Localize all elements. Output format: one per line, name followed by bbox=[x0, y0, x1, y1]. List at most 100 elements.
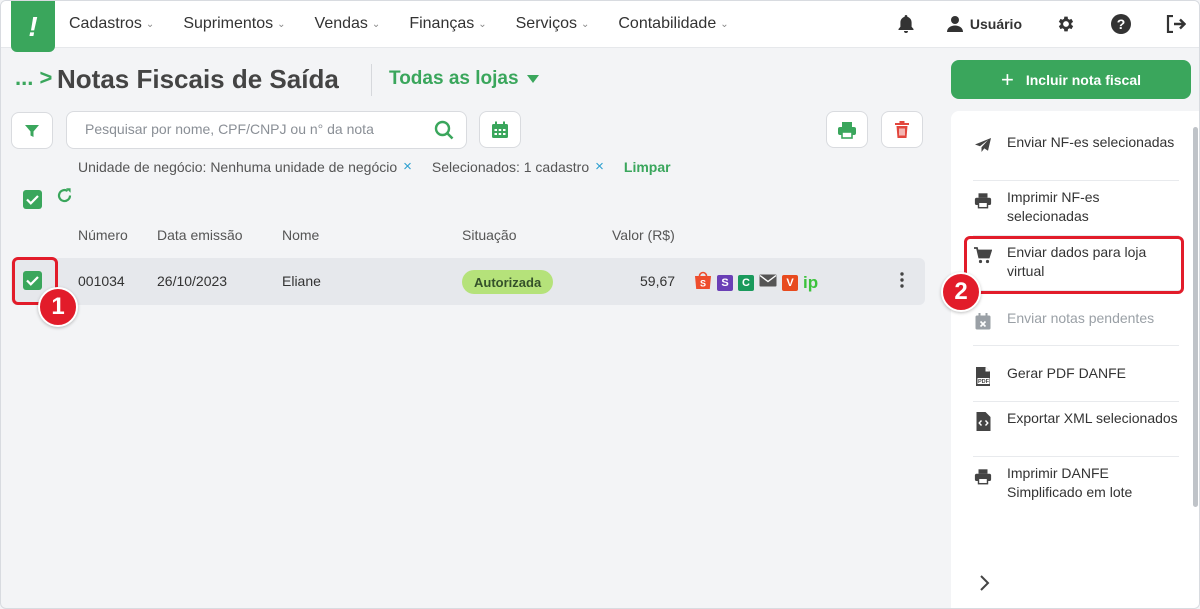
chevron-right-icon[interactable] bbox=[978, 574, 990, 597]
step-badge-1: 1 bbox=[38, 287, 78, 327]
action-generate-pdf[interactable]: PDF Gerar PDF DANFE bbox=[973, 364, 1179, 386]
action-send-pending[interactable]: Enviar notas pendentes bbox=[973, 309, 1179, 331]
menu-label: Cadastros bbox=[69, 15, 142, 32]
svg-text:?: ? bbox=[1117, 16, 1126, 32]
svg-text:PDF: PDF bbox=[978, 379, 990, 385]
breadcrumb[interactable]: ... > bbox=[15, 65, 52, 91]
menu-financas[interactable]: Finanças ⌄ bbox=[409, 15, 486, 33]
divider bbox=[973, 401, 1179, 402]
column-header-valor[interactable]: Valor (R$) bbox=[612, 227, 675, 243]
chevron-down-icon: ⌄ bbox=[580, 18, 590, 30]
search-input[interactable] bbox=[85, 121, 425, 137]
refresh-icon[interactable] bbox=[56, 187, 73, 209]
caret-down-icon bbox=[526, 75, 539, 83]
action-send-nfe[interactable]: Enviar NF-es selecionadas bbox=[973, 133, 1179, 155]
action-label: Enviar notas pendentes bbox=[1007, 310, 1155, 326]
action-print-nfe[interactable]: Imprimir NF-es selecionadas bbox=[973, 188, 1179, 226]
column-header-data[interactable]: Data emissão bbox=[157, 227, 243, 243]
menu-label: Suprimentos bbox=[183, 15, 274, 32]
top-navigation-bar: ! Cadastros ⌄ Suprimentos ⌄ Vendas ⌄ Finanç… bbox=[1, 1, 1199, 52]
column-header-nome[interactable]: Nome bbox=[282, 227, 319, 243]
app-logo[interactable]: ! bbox=[11, 1, 55, 52]
column-header-situacao[interactable]: Situação bbox=[462, 227, 516, 243]
calendar-icon bbox=[492, 121, 508, 138]
pdf-file-icon: PDF bbox=[973, 366, 993, 386]
printer-icon bbox=[973, 190, 993, 210]
include-invoice-button[interactable]: + Incluir nota fiscal bbox=[951, 60, 1191, 99]
chevron-down-icon: ⌄ bbox=[277, 18, 286, 30]
svg-text:S: S bbox=[700, 279, 706, 289]
print-button[interactable] bbox=[826, 111, 868, 148]
cell-data: 26/10/2023 bbox=[157, 273, 228, 289]
cell-nome: Eliane bbox=[282, 273, 321, 289]
funnel-icon bbox=[25, 124, 39, 137]
menu-label: Contabilidade bbox=[618, 15, 717, 32]
integration-icons: S S C V ip bbox=[694, 271, 823, 295]
search-icon[interactable] bbox=[434, 120, 454, 145]
chevron-down-icon: ⌄ bbox=[478, 18, 487, 30]
filter-selected-count: Selecionados: 1 cadastro bbox=[431, 158, 590, 175]
menu-label: Vendas bbox=[314, 15, 368, 32]
menu-label: Finanças bbox=[409, 15, 475, 32]
remove-business-unit-filter-icon[interactable]: × bbox=[403, 158, 412, 175]
trash-icon bbox=[895, 120, 909, 138]
menu-label: Serviços bbox=[515, 15, 577, 32]
remove-selected-filter-icon[interactable]: × bbox=[595, 158, 604, 175]
logout-icon[interactable] bbox=[1165, 13, 1187, 35]
plus-icon: + bbox=[1001, 66, 1014, 92]
table-row[interactable]: 001034 26/10/2023 Eliane Autorizada 59,6… bbox=[11, 258, 925, 305]
menu-contabilidade[interactable]: Contabilidade ⌄ bbox=[618, 15, 728, 33]
chevron-down-icon: ⌄ bbox=[720, 18, 729, 30]
store-selector-label: Todas as lojas bbox=[389, 68, 519, 89]
page-title: Notas Fiscais de Saída bbox=[57, 64, 339, 94]
top-right-actions: Usuário ? bbox=[862, 1, 1187, 47]
action-label: Exportar XML selecionados bbox=[1007, 410, 1178, 426]
gear-icon[interactable] bbox=[1055, 13, 1077, 35]
send-icon bbox=[973, 135, 993, 155]
c-icon[interactable]: C bbox=[738, 275, 754, 291]
delete-button[interactable] bbox=[881, 111, 923, 148]
filter-business-unit: Unidade de negócio: Nenhuma unidade de n… bbox=[78, 158, 398, 175]
filter-button[interactable] bbox=[11, 112, 53, 149]
cell-numero: 001034 bbox=[78, 273, 125, 289]
menu-cadastros[interactable]: Cadastros ⌄ bbox=[69, 15, 154, 33]
column-header-numero[interactable]: Número bbox=[78, 227, 128, 243]
search-box bbox=[66, 111, 467, 149]
s-icon[interactable]: S bbox=[717, 275, 733, 291]
user-menu[interactable]: Usuário bbox=[946, 15, 1022, 33]
clear-filters-link[interactable]: Limpar bbox=[624, 159, 671, 175]
include-invoice-label: Incluir nota fiscal bbox=[1025, 71, 1141, 88]
logo-mark: ! bbox=[28, 10, 38, 42]
help-icon[interactable]: ? bbox=[1110, 13, 1132, 35]
status-badge: Autorizada bbox=[462, 270, 554, 294]
mail-icon[interactable] bbox=[759, 274, 777, 292]
menu-vendas[interactable]: Vendas ⌄ bbox=[315, 15, 381, 33]
panel-scrollbar[interactable] bbox=[1193, 127, 1198, 507]
actions-panel: Enviar NF-es selecionadas Imprimir NF-es… bbox=[951, 111, 1199, 608]
action-print-danfe-batch[interactable]: Imprimir DANFE Simplificado em lote bbox=[973, 464, 1179, 502]
divider bbox=[973, 180, 1179, 181]
date-filter-button[interactable] bbox=[479, 111, 521, 148]
active-filters: Unidade de negócio: Nenhuma unidade de n… bbox=[78, 158, 671, 175]
row-menu-icon[interactable] bbox=[900, 272, 904, 293]
store-selector[interactable]: Todas as lojas bbox=[389, 68, 539, 90]
main-menu: Cadastros ⌄ Suprimentos ⌄ Vendas ⌄ Finanças… bbox=[69, 1, 758, 47]
action-label: Imprimir NF-es selecionadas bbox=[1007, 189, 1100, 224]
check-icon bbox=[26, 195, 39, 205]
divider bbox=[973, 345, 1179, 346]
shopee-icon[interactable]: S bbox=[694, 271, 712, 295]
ip-icon[interactable]: ip bbox=[803, 273, 818, 293]
printer-icon bbox=[838, 121, 856, 139]
v-icon[interactable]: V bbox=[782, 275, 798, 291]
chevron-down-icon: ⌄ bbox=[371, 18, 381, 30]
action-label: Imprimir DANFE Simplificado em lote bbox=[1007, 465, 1133, 500]
menu-servicos[interactable]: Serviços ⌄ bbox=[516, 15, 590, 33]
action-export-xml[interactable]: Exportar XML selecionados bbox=[973, 409, 1179, 431]
cell-valor: 59,67 bbox=[640, 273, 676, 289]
bell-icon[interactable] bbox=[895, 13, 917, 35]
divider bbox=[973, 456, 1179, 457]
menu-suprimentos[interactable]: Suprimentos ⌄ bbox=[183, 15, 285, 33]
highlight-send-store-data bbox=[964, 236, 1184, 294]
select-all-checkbox[interactable] bbox=[23, 190, 42, 209]
calendar-x-icon bbox=[973, 311, 993, 331]
